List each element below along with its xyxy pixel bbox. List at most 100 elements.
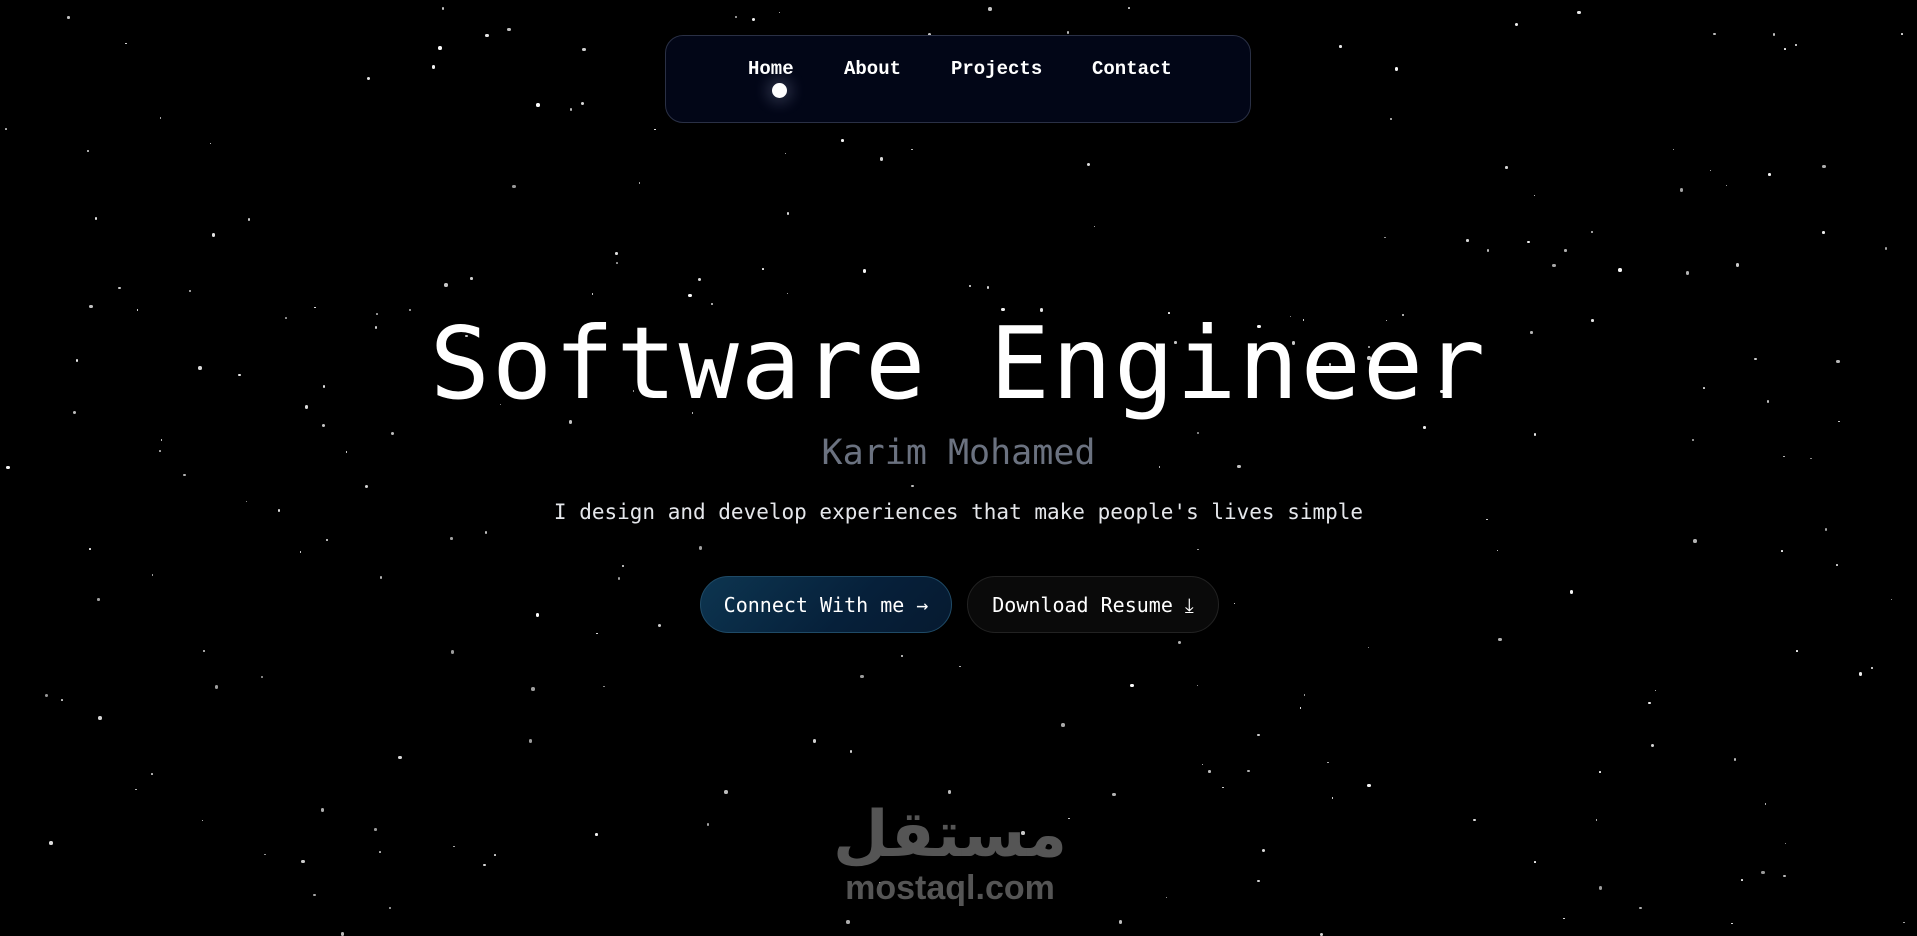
- star: [118, 286, 121, 290]
- star: [1733, 758, 1737, 761]
- star: [697, 277, 701, 282]
- star: [1569, 590, 1574, 594]
- star: [1598, 886, 1603, 890]
- star: [1794, 43, 1798, 47]
- star: [1590, 230, 1594, 234]
- star: [1394, 67, 1398, 71]
- star: [751, 17, 756, 22]
- star: [453, 845, 455, 848]
- star: [44, 693, 49, 698]
- star: [470, 277, 473, 280]
- star: [1563, 917, 1565, 920]
- star: [1327, 761, 1329, 764]
- star: [5, 128, 7, 130]
- star: [531, 687, 535, 691]
- star: [379, 576, 383, 579]
- download-resume-button[interactable]: Download Resume ⤓: [967, 576, 1219, 633]
- star: [379, 851, 381, 853]
- star: [1367, 646, 1370, 649]
- star: [1201, 763, 1204, 766]
- star: [621, 564, 625, 568]
- star: [849, 750, 853, 753]
- star: [900, 654, 904, 658]
- star: [1618, 268, 1622, 272]
- hero-name: Karim Mohamed: [821, 433, 1096, 473]
- nav-contact[interactable]: Contact: [1092, 58, 1172, 80]
- star: [366, 76, 371, 81]
- watermark-logo: مستقل mostaql.com: [820, 800, 1080, 906]
- star: [959, 665, 961, 668]
- nav-projects[interactable]: Projects: [951, 58, 1042, 80]
- star: [98, 716, 102, 720]
- star: [1196, 684, 1199, 686]
- star: [1177, 640, 1182, 645]
- star: [1784, 842, 1787, 845]
- star: [438, 46, 442, 50]
- star: [1884, 247, 1888, 250]
- star: [86, 149, 90, 153]
- star: [968, 284, 972, 288]
- star: [494, 854, 496, 856]
- star: [325, 538, 329, 542]
- star: [1672, 148, 1675, 151]
- star: [1505, 166, 1508, 169]
- star: [638, 182, 641, 184]
- star: [591, 293, 594, 295]
- star: [211, 233, 216, 237]
- star: [778, 11, 781, 14]
- star: [1299, 707, 1302, 709]
- star: [1066, 31, 1070, 34]
- star: [1247, 769, 1250, 773]
- star: [1118, 920, 1123, 924]
- star: [786, 292, 789, 295]
- star: [1693, 539, 1697, 543]
- star: [183, 473, 186, 477]
- star: [1595, 819, 1598, 821]
- star: [1685, 271, 1690, 275]
- star: [1654, 689, 1657, 692]
- star: [603, 685, 605, 688]
- star: [125, 42, 127, 45]
- star: [1858, 672, 1863, 676]
- star: [441, 7, 445, 10]
- connect-button[interactable]: Connect With me →: [700, 576, 952, 633]
- star: [61, 699, 63, 701]
- star: [1650, 743, 1655, 748]
- star: [67, 16, 70, 19]
- star: [1713, 32, 1716, 35]
- star: [879, 157, 884, 161]
- star: [364, 484, 369, 489]
- star: [484, 531, 488, 534]
- star: [159, 117, 162, 119]
- star: [1208, 770, 1211, 773]
- star: [1514, 22, 1519, 27]
- star: [1836, 564, 1838, 566]
- star: [507, 27, 511, 32]
- star: [188, 289, 192, 293]
- star: [374, 828, 377, 831]
- star: [1552, 263, 1556, 268]
- star: [431, 65, 436, 69]
- star: [1339, 45, 1342, 48]
- star: [911, 148, 913, 151]
- star: [616, 262, 618, 264]
- star: [1496, 549, 1499, 552]
- star: [1903, 921, 1905, 924]
- arrow-right-icon: →: [916, 592, 929, 617]
- star: [615, 252, 618, 255]
- nav-home[interactable]: Home: [748, 58, 794, 80]
- star: [657, 623, 662, 628]
- star: [1731, 922, 1733, 925]
- active-indicator-dot: [772, 83, 787, 98]
- star: [1303, 694, 1306, 696]
- nav-about[interactable]: About: [844, 58, 901, 80]
- star: [846, 920, 850, 924]
- star: [1648, 701, 1651, 704]
- star: [388, 906, 392, 910]
- star: [1741, 879, 1743, 881]
- star: [1233, 602, 1236, 605]
- star: [1222, 786, 1224, 789]
- star: [528, 739, 533, 743]
- star: [734, 15, 738, 19]
- star: [89, 548, 91, 550]
